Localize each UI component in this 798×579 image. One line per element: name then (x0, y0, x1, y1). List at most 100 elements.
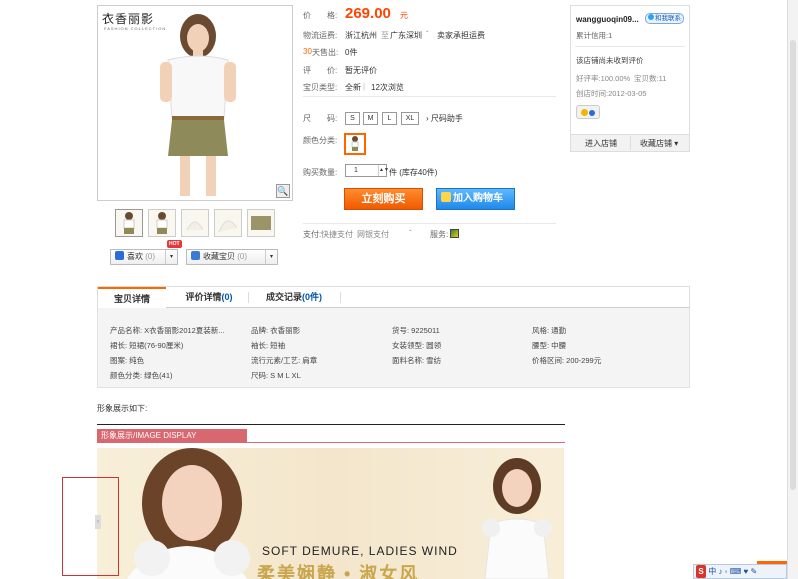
page-scrollbar[interactable] (787, 0, 798, 579)
fav-count: (0) (237, 252, 248, 261)
ime-tools[interactable]: 中 ♪ ◦ ⌨ ♥ ✎ (708, 567, 757, 576)
chevron-right-icon: › (426, 114, 429, 123)
no-review-note: 该店铺尚未收到评价 (576, 56, 644, 65)
thumbnail-4[interactable] (214, 209, 242, 237)
tab-reviews[interactable]: 评价详情(0) (174, 287, 244, 308)
size-option-m[interactable]: M (363, 112, 378, 125)
attribute: 面料名称: 雪纺 (392, 356, 442, 365)
price-value: 269.00 (345, 5, 391, 22)
credit-label: 累计信用: (576, 31, 609, 40)
credit-value: 1 (608, 31, 613, 40)
type-label: 宝贝类型: (303, 83, 338, 92)
like-count: (0) (145, 252, 156, 261)
thumbnail-image (186, 221, 204, 231)
review-label: 评 价: (303, 66, 338, 75)
shield-icon (589, 110, 595, 116)
attribute: 尺码: S M L XL (251, 371, 301, 380)
payment-label: 支付: (303, 230, 322, 239)
attribute: 裙长: 短裙(76-90厘米) (110, 341, 184, 350)
chevron-down-icon[interactable]: ▾ (265, 250, 277, 264)
tab-count: (0件) (302, 292, 322, 302)
slogan-english: SOFT DEMURE, LADIES WIND (262, 544, 458, 558)
contact-seller-button[interactable]: 和我联系 (645, 13, 684, 24)
chevron-down-icon[interactable]: ˇ (409, 229, 412, 238)
main-product-image[interactable]: 衣香丽影 FASHION COLLECTION 🔍 (97, 5, 293, 201)
stepper-arrows-icon[interactable]: ▲▼ (378, 165, 389, 176)
thumbnail-5[interactable] (247, 209, 275, 237)
pay-quick: 快捷支付 (321, 230, 353, 239)
buy-now-button[interactable]: 立刻购买 (344, 188, 423, 210)
floating-side-panel[interactable] (62, 477, 119, 576)
quantity-stepper[interactable]: 1 ▲▼ (345, 164, 389, 177)
divider (97, 424, 565, 425)
chevron-right-icon[interactable]: › (95, 515, 101, 529)
sold-days: 30 (303, 47, 312, 56)
heart-icon (115, 251, 124, 260)
positive-rate: 好评率:100.00% (576, 74, 631, 83)
seller-name[interactable]: wangguoqin09... (576, 15, 639, 24)
hot-badge: HOT (167, 240, 182, 248)
add-to-cart-button[interactable]: 加入购物车 (436, 188, 515, 210)
price-unit: 元 (400, 11, 408, 20)
shipping-destination[interactable]: 广东深圳 (390, 30, 422, 41)
thumbnail-image (156, 212, 168, 234)
shop-badge-icon[interactable] (576, 105, 600, 119)
divider (340, 292, 341, 303)
thumbnail-3[interactable] (181, 209, 209, 237)
size-option-s[interactable]: S (345, 112, 360, 125)
divider (303, 96, 556, 97)
service-icon[interactable] (450, 229, 459, 238)
attribute: 流行元素/工艺: 肩章 (251, 356, 318, 365)
like-button[interactable]: 喜欢 (0) ▾ (110, 249, 178, 265)
divider (630, 136, 631, 150)
tab-item-detail[interactable]: 宝贝详情 (98, 287, 166, 309)
showcase-tag: 形象展示/IMAGE DISPLAY (97, 429, 247, 442)
fav-shop-label: 收藏店铺 (640, 139, 672, 148)
attribute: 图案: 纯色 (110, 356, 145, 365)
chat-icon (648, 14, 654, 20)
thumbnail-image (218, 220, 238, 233)
color-label: 颜色分类: (303, 136, 338, 145)
model-figure (160, 14, 236, 196)
sogou-icon[interactable]: S (696, 565, 706, 578)
sold-count: 0件 (345, 48, 358, 57)
attribute: 货号: 9225011 (392, 326, 440, 335)
credit-line: 累计信用:1 (576, 30, 612, 41)
scrollbar-thumb[interactable] (790, 40, 796, 490)
favorite-item-button[interactable]: 收藏宝贝 (0) ▾ (186, 249, 278, 265)
shipping-label: 物流运费: (303, 31, 338, 40)
magnifier-icon[interactable]: 🔍 (276, 184, 290, 198)
tab-label: 评价详情 (185, 292, 222, 302)
pay-bank[interactable]: 网银支付 (357, 229, 389, 240)
thumbnail-1[interactable] (115, 209, 143, 237)
color-option[interactable] (344, 133, 366, 155)
tab-transactions[interactable]: 成交记录(0件) (254, 287, 334, 308)
item-count: 宝贝数:11 (634, 74, 667, 83)
attribute: 腰型: 中腰 (532, 341, 567, 350)
attribute: 袖长: 短袖 (251, 341, 286, 350)
chevron-down-icon[interactable]: ˇ (426, 30, 429, 39)
service-label: 服务: (430, 230, 449, 239)
enter-shop-button[interactable]: 进入店铺 (585, 138, 617, 149)
size-option-l[interactable]: L (382, 112, 397, 125)
chevron-down-icon: ▾ (674, 139, 679, 148)
divider (248, 292, 249, 303)
tab-count: (0) (221, 292, 233, 302)
thumbnail-image (123, 212, 135, 234)
favorite-shop-button[interactable]: 收藏店铺 ▾ (640, 138, 678, 149)
size-option-xl[interactable]: XL (401, 112, 419, 125)
cart-icon (441, 192, 451, 202)
attribute: 品牌: 衣香丽影 (251, 326, 301, 335)
ime-toolbar[interactable]: S 中 ♪ ◦ ⌨ ♥ ✎ (693, 564, 787, 579)
size-helper-label: 尺码助手 (430, 114, 463, 123)
shop-info-panel: wangguoqin09... 和我联系 累计信用:1 该店铺尚未收到评价 好评… (570, 5, 690, 152)
chevron-down-icon[interactable]: ▾ (165, 250, 177, 264)
quantity-label: 购买数量: (303, 168, 338, 177)
thumbnail-2[interactable] (148, 209, 176, 237)
attribute: 女装领型: 圆领 (392, 341, 442, 350)
fav-label: 收藏宝贝 (203, 252, 235, 261)
showcase-image: SOFT DEMURE, LADIES WIND 柔美娴静 • 淑女风 (97, 448, 564, 579)
size-helper-link[interactable]: › 尺码助手 (426, 113, 463, 124)
shipping-separator: 至 (381, 31, 389, 40)
slogan-chinese: 柔美娴静 • 淑女风 (257, 564, 420, 579)
